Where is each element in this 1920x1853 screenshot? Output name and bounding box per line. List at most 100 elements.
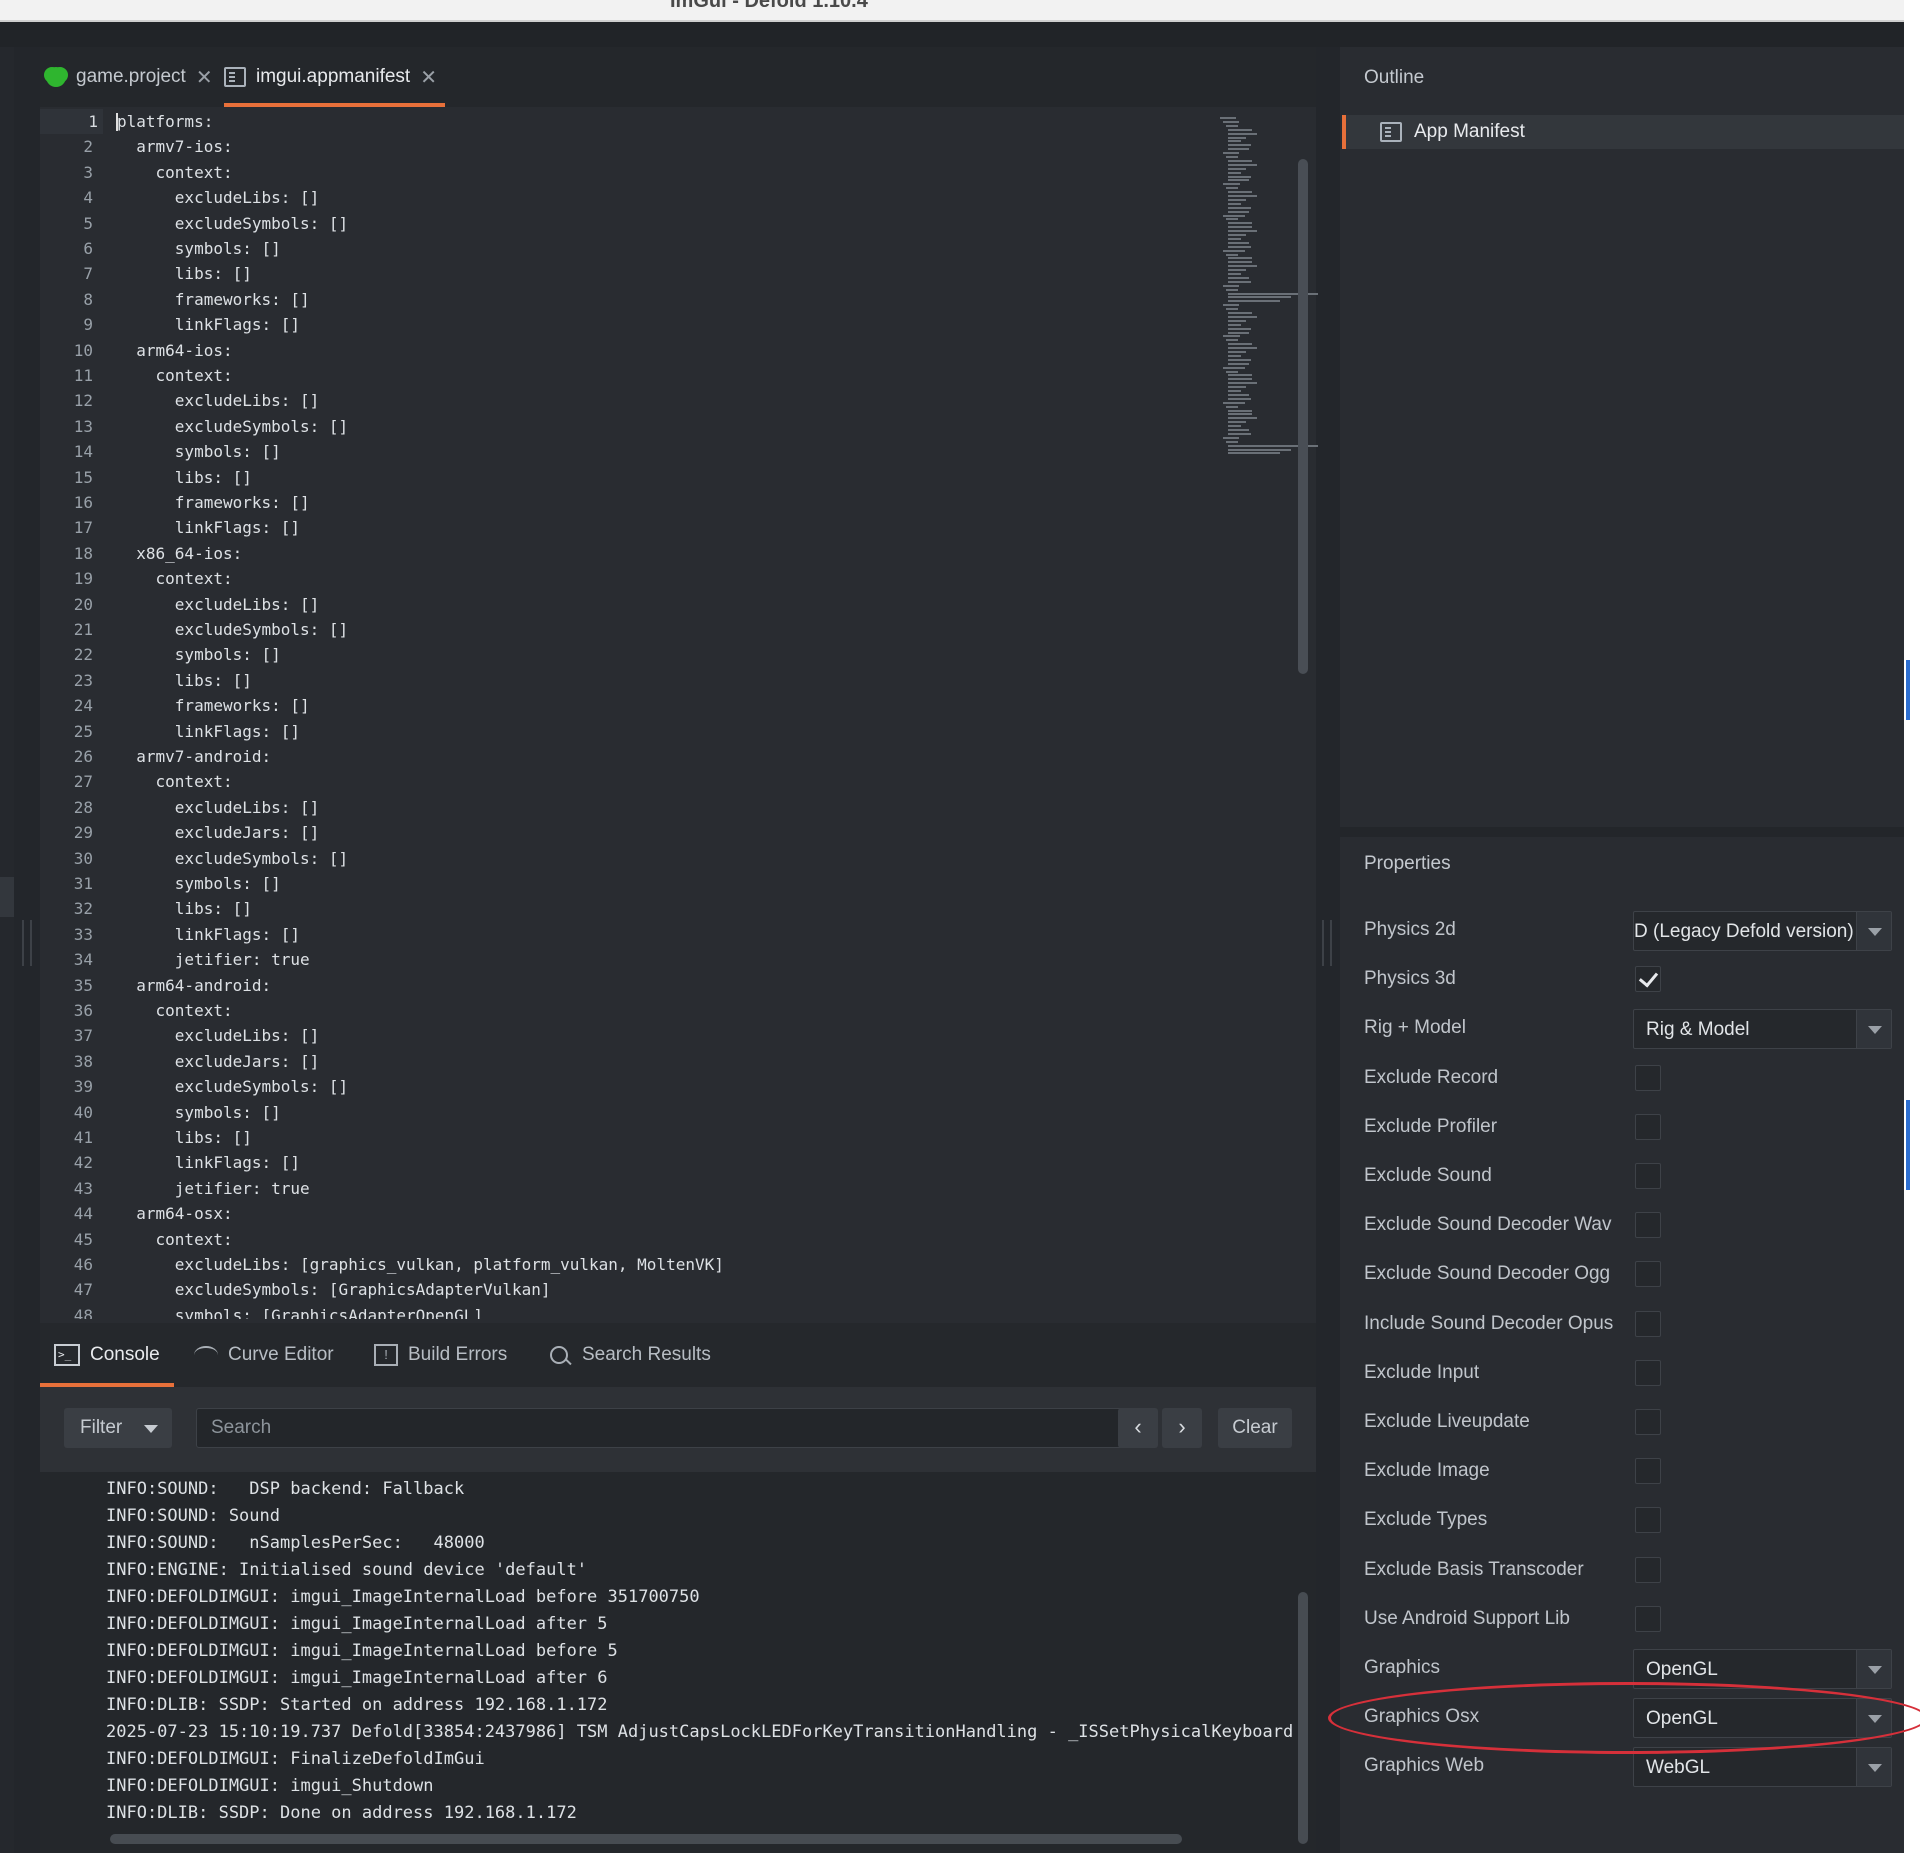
code-line[interactable]: 7 libs: [] [40, 261, 1316, 286]
code-line[interactable]: 8 frameworks: [] [40, 287, 1316, 312]
property-select[interactable]: Rig & Model [1633, 1009, 1892, 1050]
tab-imgui-appmanifest[interactable]: imgui.appmanifest ✕ [224, 47, 445, 107]
close-icon[interactable]: ✕ [196, 65, 213, 90]
clear-button[interactable]: Clear [1218, 1408, 1292, 1448]
code-line[interactable]: 35 arm64-android: [40, 973, 1316, 998]
code-line[interactable]: 25 linkFlags: [] [40, 719, 1316, 744]
property-checkbox[interactable] [1635, 1261, 1661, 1288]
code-line[interactable]: 39 excludeSymbols: [] [40, 1074, 1316, 1099]
code-line[interactable]: 30 excludeSymbols: [] [40, 846, 1316, 871]
property-checkbox[interactable] [1635, 1507, 1661, 1534]
code-line[interactable]: 23 libs: [] [40, 668, 1316, 693]
code-line[interactable]: 14 symbols: [] [40, 439, 1316, 464]
minimap-line [1228, 191, 1253, 194]
code-line[interactable]: 47 excludeSymbols: [GraphicsAdapterVulka… [40, 1277, 1316, 1302]
code-text: platforms: [117, 112, 214, 131]
tab-curve-editor[interactable]: Curve Editor [194, 1323, 334, 1387]
property-label: Rig + Model [1364, 1017, 1466, 1039]
code-line[interactable]: 36 context: [40, 998, 1316, 1023]
code-line[interactable]: 9 linkFlags: [] [40, 312, 1316, 337]
code-line[interactable]: 44 arm64-osx: [40, 1201, 1316, 1226]
code-line[interactable]: 11 context: [40, 363, 1316, 388]
tab-console[interactable]: >_ Console [40, 1323, 174, 1387]
line-number: 36 [73, 1001, 93, 1020]
code-line[interactable]: 22 symbols: [] [40, 642, 1316, 667]
property-checkbox[interactable] [1635, 1556, 1661, 1583]
outline-item-app-manifest[interactable]: App Manifest [1342, 115, 1912, 149]
code-line[interactable]: 20 excludeLibs: [] [40, 592, 1316, 617]
code-line[interactable]: 1 platforms: [40, 109, 1316, 135]
code-line[interactable]: 15 libs: [] [40, 465, 1316, 490]
chevron-down-icon[interactable] [1856, 1650, 1891, 1688]
code-text: excludeSymbols: [] [117, 213, 349, 233]
property-checkbox[interactable] [1635, 1458, 1661, 1485]
property-checkbox[interactable] [1635, 1163, 1661, 1189]
sidebar-collapse-handle[interactable] [0, 877, 14, 917]
console-horizontal-scrollbar[interactable] [110, 1834, 1182, 1844]
property-checkbox[interactable] [1635, 1113, 1661, 1140]
chevron-down-icon[interactable] [1856, 912, 1891, 950]
code-line[interactable]: 46 excludeLibs: [graphics_vulkan, platfo… [40, 1252, 1316, 1277]
code-line[interactable]: 2 armv7-ios: [40, 134, 1316, 159]
property-checkbox[interactable] [1635, 1310, 1661, 1337]
code-line[interactable]: 29 excludeJars: [] [40, 820, 1316, 845]
code-line[interactable]: 16 frameworks: [] [40, 490, 1316, 515]
code-line[interactable]: 31 symbols: [] [40, 871, 1316, 896]
code-line[interactable]: 27 context: [40, 769, 1316, 794]
close-icon[interactable]: ✕ [420, 65, 437, 90]
code-line[interactable]: 40 symbols: [] [40, 1100, 1316, 1125]
minimap-line [1228, 171, 1242, 174]
code-line[interactable]: 37 excludeLibs: [] [40, 1023, 1316, 1048]
property-checkbox[interactable] [1635, 966, 1661, 993]
code-line[interactable]: 3 context: [40, 160, 1316, 185]
property-checkbox[interactable] [1635, 1064, 1661, 1091]
property-checkbox[interactable] [1635, 1409, 1661, 1435]
code-line[interactable]: 48 symbols: [GraphicsAdapterOpenGL] [40, 1303, 1316, 1319]
left-splitter-grip[interactable] [22, 920, 32, 966]
property-checkbox[interactable] [1635, 1605, 1661, 1632]
tab-search-results[interactable]: Search Results [550, 1323, 711, 1387]
code-line[interactable]: 43 jetifier: true [40, 1176, 1316, 1201]
code-line[interactable]: 38 excludeJars: [] [40, 1049, 1316, 1074]
chevron-down-icon[interactable] [1856, 1010, 1891, 1049]
previous-match-button[interactable]: ‹ [1118, 1408, 1158, 1448]
code-line[interactable]: 6 symbols: [] [40, 236, 1316, 261]
property-label: Physics 3d [1364, 968, 1456, 990]
tab-game-project[interactable]: game.project ✕ [46, 47, 213, 107]
code-line[interactable]: 17 linkFlags: [] [40, 515, 1316, 540]
editor-scrollbar[interactable] [1298, 159, 1308, 674]
code-line[interactable]: 42 linkFlags: [] [40, 1150, 1316, 1175]
tab-build-errors[interactable]: ! Build Errors [374, 1323, 507, 1387]
next-match-button[interactable]: › [1162, 1408, 1202, 1448]
code-line[interactable]: 19 context: [40, 566, 1316, 591]
code-line[interactable]: 28 excludeLibs: [] [40, 795, 1316, 820]
filter-dropdown[interactable]: Filter [64, 1408, 172, 1448]
code-line[interactable]: 13 excludeSymbols: [] [40, 414, 1316, 439]
code-line[interactable]: 4 excludeLibs: [] [40, 185, 1316, 210]
code-line[interactable]: 34 jetifier: true [40, 947, 1316, 972]
code-line[interactable]: 33 linkFlags: [] [40, 922, 1316, 947]
line-number: 42 [73, 1153, 93, 1173]
console-vertical-scrollbar[interactable] [1298, 1592, 1308, 1844]
property-select[interactable]: D (Legacy Defold version) [1633, 911, 1892, 951]
console-search-input[interactable] [196, 1408, 1132, 1448]
code-line[interactable]: 24 frameworks: [] [40, 693, 1316, 718]
outline-properties-divider[interactable] [1340, 827, 1912, 837]
code-line[interactable]: 45 context: [40, 1227, 1316, 1252]
code-line[interactable]: 12 excludeLibs: [] [40, 388, 1316, 413]
code-line[interactable]: 10 arm64-ios: [40, 338, 1316, 363]
tab-label: Search Results [582, 1344, 711, 1365]
code-line[interactable]: 26 armv7-android: [40, 744, 1316, 769]
property-checkbox[interactable] [1635, 1212, 1661, 1239]
property-checkbox[interactable] [1635, 1359, 1661, 1386]
code-line[interactable]: 18 x86_64-ios: [40, 541, 1316, 566]
code-line[interactable]: 41 libs: [] [40, 1125, 1316, 1150]
left-sidebar-edge[interactable] [0, 47, 14, 1853]
code-editor[interactable]: 1 platforms: 2 armv7-ios: 3 context: 4 exclu… [40, 107, 1316, 1319]
chevron-down-icon[interactable] [1856, 1748, 1891, 1787]
code-line[interactable]: 5 excludeSymbols: [] [40, 211, 1316, 236]
right-splitter-grip[interactable] [1322, 920, 1332, 966]
console-output[interactable]: INFO:DLIB: SSDP: Done on address 192.168… [40, 1472, 1316, 1853]
code-line[interactable]: 21 excludeSymbols: [] [40, 617, 1316, 642]
code-line[interactable]: 32 libs: [] [40, 896, 1316, 921]
